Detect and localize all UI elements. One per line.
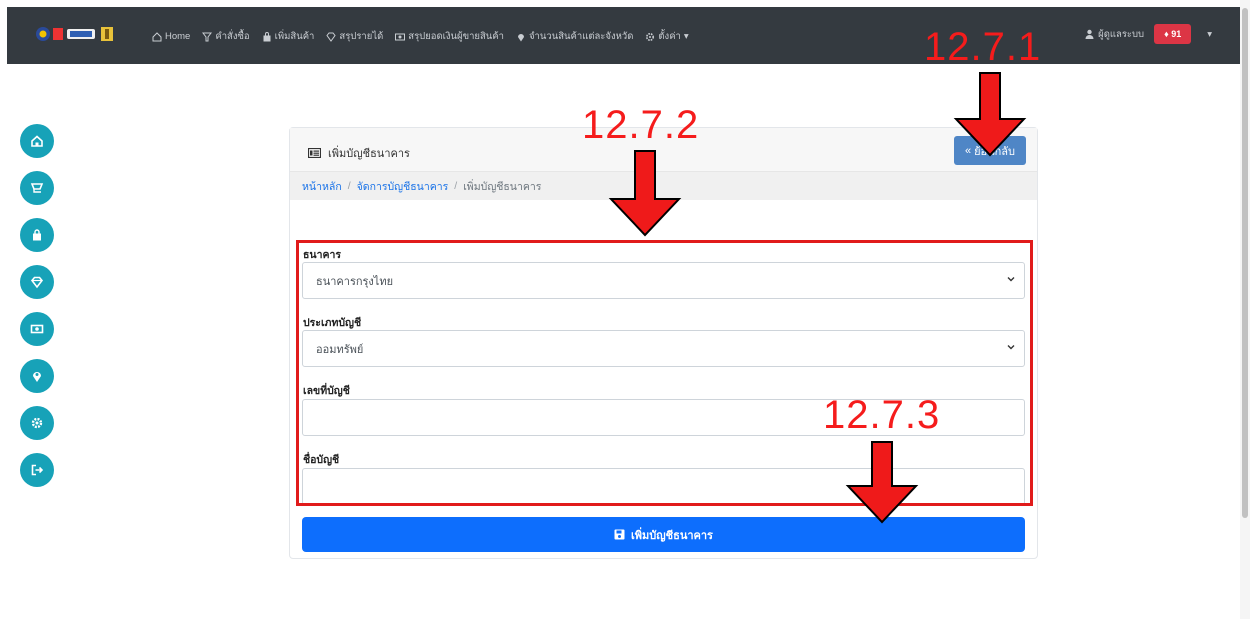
pin-icon — [33, 372, 41, 382]
nav-orders[interactable]: คำสั่งซื้อ — [202, 29, 250, 44]
annotation-form-highlight — [296, 240, 1033, 506]
logout-icon — [31, 464, 44, 476]
nav-seller-summary-label: สรุปยอดเงินผู้ขายสินค้า — [408, 31, 504, 42]
pin-icon — [517, 33, 524, 41]
user-menu[interactable]: ผู้ดูแลระบบ — [1085, 27, 1144, 42]
home-icon — [152, 31, 162, 41]
sidebar-settings-button[interactable] — [20, 406, 54, 440]
brand-logos — [35, 25, 119, 43]
nav-add-product[interactable]: เพิ่มสินค้า — [262, 29, 315, 44]
breadcrumb-manage[interactable]: จัดการบัญชีธนาคาร — [357, 178, 449, 195]
home-icon — [31, 135, 43, 147]
sidebar-logout-button[interactable] — [20, 453, 54, 487]
annotation-label-form: 12.7.2 — [582, 103, 700, 147]
save-icon — [614, 529, 625, 540]
breadcrumb-separator: / — [454, 180, 458, 192]
gear-icon — [31, 417, 43, 429]
bag-icon — [263, 31, 271, 41]
annotation-arrow-submit — [845, 441, 919, 524]
sidebar-money-button[interactable] — [20, 312, 54, 346]
submit-label: เพิ่มบัญชีธนาคาร — [631, 529, 713, 542]
nav-settings-label: ตั้งค่า — [658, 31, 681, 42]
browser-frame: Home คำสั่งซื้อ เพิ่มสินค้า สรุปรายได้ ส… — [0, 0, 1250, 619]
gear-icon — [646, 32, 655, 41]
nav-menu: Home คำสั่งซื้อ เพิ่มสินค้า สรุปรายได้ ส… — [152, 29, 689, 44]
sidebar-income-button[interactable] — [20, 265, 54, 299]
sidebar-home-button[interactable] — [20, 124, 54, 158]
page-viewport: Home คำสั่งซื้อ เพิ่มสินค้า สรุปรายได้ ส… — [7, 7, 1240, 619]
money-icon — [30, 324, 44, 334]
brand-logo[interactable] — [35, 25, 119, 43]
notification-count: 91 — [1171, 29, 1182, 39]
chevron-down-icon: ▾ — [683, 31, 689, 42]
nav-settings[interactable]: ตั้งค่า ▾ — [645, 29, 689, 44]
user-label: ผู้ดูแลระบบ — [1098, 28, 1145, 40]
nav-home[interactable]: Home — [152, 29, 190, 44]
top-navbar: Home คำสั่งซื้อ เพิ่มสินค้า สรุปรายได้ ส… — [7, 7, 1240, 64]
nav-orders-label: คำสั่งซื้อ — [215, 31, 250, 42]
list-card-icon — [308, 148, 321, 158]
money-icon — [395, 33, 406, 40]
notification-badge[interactable]: ♦ 91 — [1154, 24, 1192, 44]
nav-income-summary-label: สรุปรายได้ — [339, 31, 384, 42]
sidebar-products-button[interactable] — [20, 218, 54, 252]
nav-add-product-label: เพิ่มสินค้า — [274, 31, 315, 42]
cart-icon — [30, 183, 44, 193]
annotation-label-submit: 12.7.3 — [823, 393, 941, 437]
page-scrollbar[interactable] — [1240, 0, 1250, 619]
annotation-label-back: 12.7.1 — [924, 25, 1042, 69]
nav-seller-summary[interactable]: สรุปยอดเงินผู้ขายสินค้า — [395, 29, 504, 44]
filter-icon — [202, 32, 213, 41]
gem-icon — [326, 32, 337, 42]
user-dropdown-chevron-icon[interactable]: ▾ — [1207, 29, 1212, 40]
bell-icon: ♦ — [1164, 29, 1169, 39]
bag-icon — [33, 229, 41, 241]
nav-home-label: Home — [165, 31, 191, 42]
annotation-arrow-form — [608, 150, 682, 237]
user-icon — [1085, 29, 1094, 39]
sidebar-cart-button[interactable] — [20, 171, 54, 205]
gem-icon — [30, 276, 44, 289]
nav-income-summary[interactable]: สรุปรายได้ — [326, 29, 383, 44]
sidebar-location-button[interactable] — [20, 359, 54, 393]
annotation-arrow-back — [953, 72, 1027, 157]
navbar-user-area: ผู้ดูแลระบบ ♦ 91 ▾ — [1085, 24, 1212, 44]
card-title-text: เพิ่มบัญชีธนาคาร — [328, 148, 410, 160]
breadcrumb-separator: / — [347, 180, 351, 192]
breadcrumb-current: เพิ่มบัญชีธนาคาร — [463, 180, 542, 193]
nav-province-products-label: จำนวนสินค้าแต่ละจังหวัด — [528, 31, 634, 42]
card-title: เพิ่มบัญชีธนาคาร — [308, 144, 410, 162]
scrollbar-thumb[interactable] — [1242, 8, 1248, 518]
nav-province-products[interactable]: จำนวนสินค้าแต่ละจังหวัด — [516, 29, 633, 44]
breadcrumb-home[interactable]: หน้าหลัก — [302, 178, 342, 195]
